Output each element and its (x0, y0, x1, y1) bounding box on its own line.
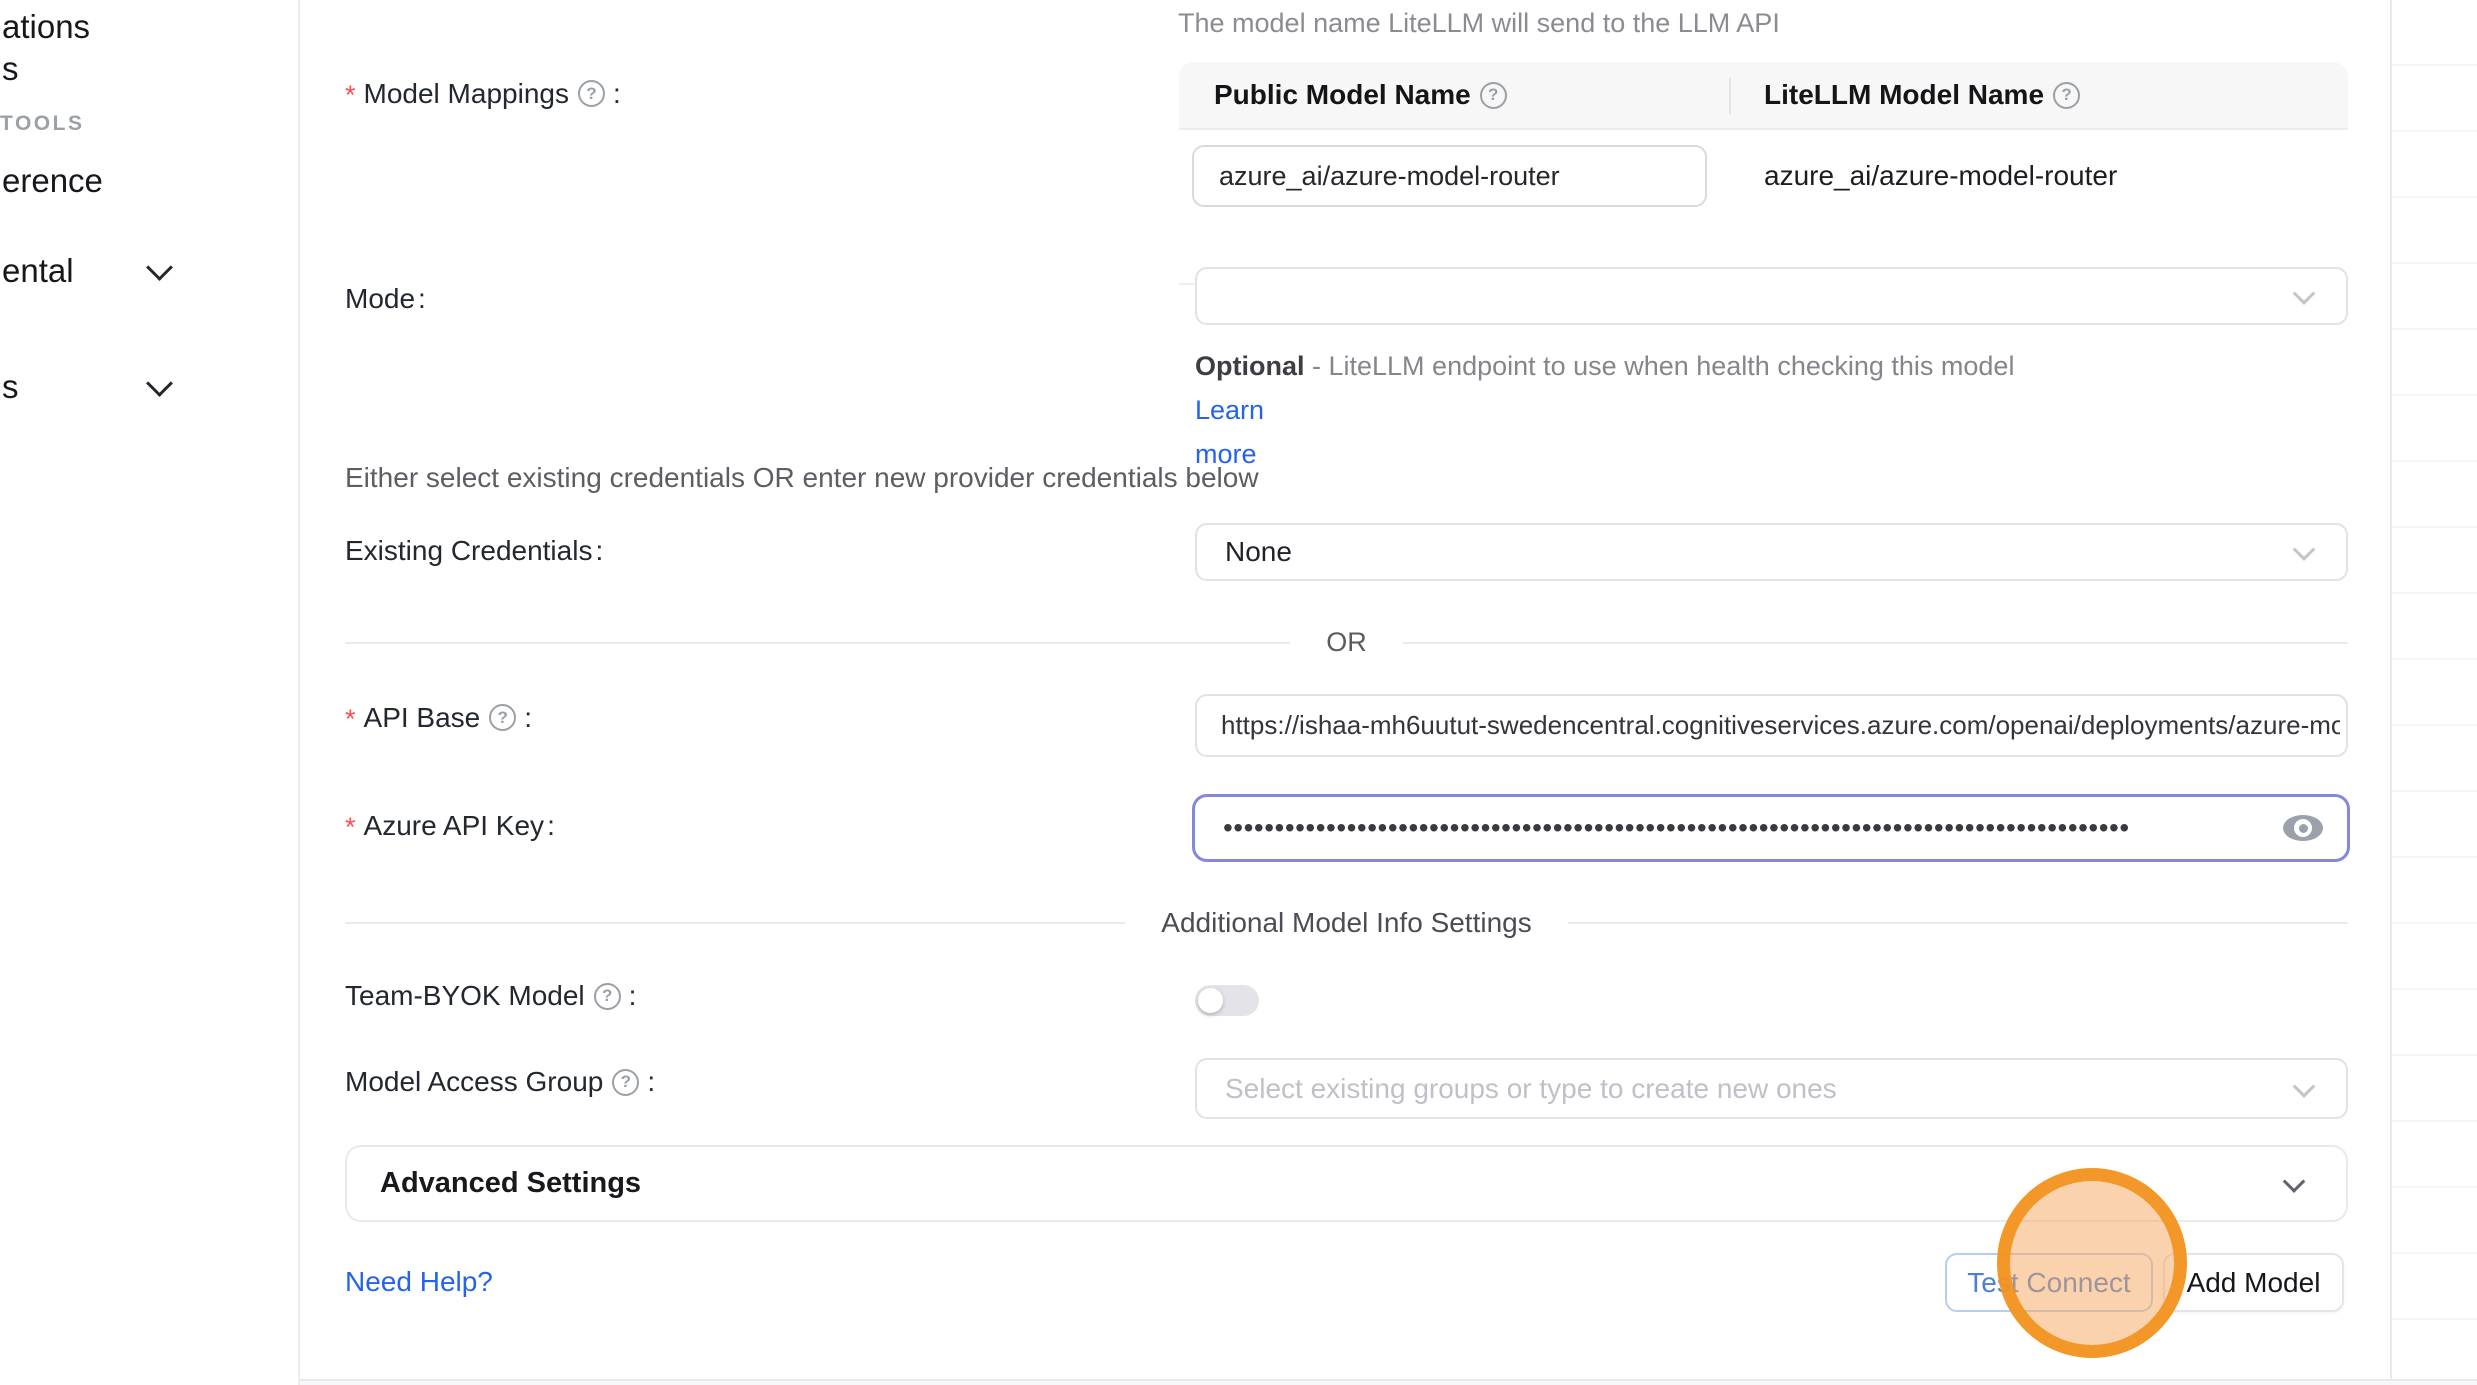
existing-credentials-label: Existing Credentials : (345, 535, 603, 567)
add-model-form-page: ations s TOOLS erence ental s The model … (0, 0, 2477, 1385)
chevron-down-icon (2293, 1075, 2316, 1098)
sidebar-item-s2[interactable]: s (2, 368, 19, 406)
add-model-form: The model name LiteLLM will send to the … (300, 0, 2390, 1379)
learn-more-link[interactable]: Learn (1195, 395, 1264, 425)
sidebar: ations s TOOLS erence ental s (0, 0, 300, 1385)
card-bottom-edge (300, 1379, 2477, 1385)
chevron-down-icon (2283, 1170, 2306, 1193)
additional-settings-divider: Additional Model Info Settings (345, 907, 2348, 939)
masked-password-value: ••••••••••••••••••••••••••••••••••••••••… (1195, 812, 2215, 844)
help-icon[interactable] (612, 1069, 639, 1096)
model-access-group-label: Model Access Group : (345, 1066, 655, 1098)
or-divider: OR (345, 627, 2348, 658)
azure-api-key-label: * Azure API Key : (345, 808, 555, 843)
need-help-link[interactable]: Need Help? (345, 1266, 493, 1298)
model-mappings-table: Public Model Name LiteLLM Model Name azu… (1179, 62, 2348, 223)
sidebar-item-ations[interactable]: ations (2, 8, 90, 46)
sidebar-item-s1[interactable]: s (2, 50, 19, 88)
test-connect-button[interactable]: Test Connect (1945, 1253, 2153, 1312)
mode-label: Mode : (345, 283, 426, 315)
column-separator (1729, 78, 1731, 114)
help-icon[interactable] (2053, 82, 2080, 109)
help-icon[interactable] (489, 704, 516, 731)
column-header-public-model-name: Public Model Name (1214, 62, 1512, 128)
litellm-model-name-value: azure_ai/azure-model-router (1764, 145, 2117, 207)
api-base-label: * API Base : (345, 700, 532, 735)
sidebar-item-erence[interactable]: erence (2, 162, 103, 200)
required-mark: * (345, 704, 356, 735)
sidebar-section-tools: TOOLS (0, 112, 84, 136)
help-icon[interactable] (1480, 82, 1507, 109)
existing-credentials-select[interactable]: None (1195, 523, 2348, 581)
eye-icon[interactable] (2283, 815, 2323, 841)
advanced-settings-panel[interactable]: Advanced Settings (345, 1145, 2348, 1222)
model-access-group-select[interactable]: Select existing groups or type to create… (1195, 1058, 2348, 1119)
azure-api-key-input[interactable]: ••••••••••••••••••••••••••••••••••••••••… (1192, 794, 2350, 862)
chevron-down-icon (2293, 538, 2316, 561)
mode-select[interactable] (1195, 267, 2348, 325)
team-byok-label: Team-BYOK Model : (345, 980, 636, 1012)
chevron-down-icon[interactable] (146, 254, 173, 281)
model-name-helper-text: The model name LiteLLM will send to the … (1178, 8, 1780, 39)
credentials-note: Either select existing credentials OR en… (345, 462, 1259, 494)
api-base-input[interactable] (1195, 694, 2348, 757)
chevron-down-icon[interactable] (146, 370, 173, 397)
required-mark: * (345, 80, 356, 111)
mode-help-text: Optional - LiteLLM endpoint to use when … (1195, 344, 2015, 476)
team-byok-toggle[interactable] (1195, 985, 1259, 1016)
help-icon[interactable] (578, 80, 605, 107)
required-mark: * (345, 812, 356, 843)
sidebar-item-ental[interactable]: ental (2, 252, 74, 290)
column-header-litellm-model-name: LiteLLM Model Name (1764, 62, 2085, 128)
chevron-down-icon (2293, 282, 2316, 305)
table-header: Public Model Name LiteLLM Model Name (1179, 62, 2348, 130)
public-model-name-input[interactable] (1192, 145, 1707, 207)
background-panel-gutter (2390, 0, 2477, 1379)
add-model-button[interactable]: Add Model (2163, 1253, 2344, 1312)
model-mappings-label: * Model Mappings : (345, 76, 621, 111)
table-row: azure_ai/azure-model-router (1179, 130, 2348, 285)
help-icon[interactable] (594, 983, 621, 1010)
